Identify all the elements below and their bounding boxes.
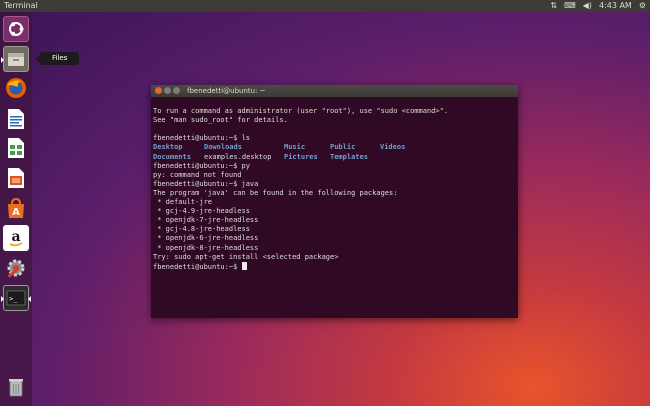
terminal-line: The program 'java' can be found in the f…	[153, 188, 398, 197]
ubuntu-logo-icon	[9, 22, 24, 36]
terminal-line: * openjdk-6-jre-headless	[153, 234, 259, 243]
svg-text:A: A	[12, 207, 20, 218]
running-indicator	[1, 57, 4, 63]
launcher-system-settings[interactable]	[3, 255, 29, 281]
launcher-firefox[interactable]	[3, 75, 29, 101]
terminal-line: * gcj-4.9-jre-headless	[153, 207, 250, 216]
terminal-cursor	[241, 261, 247, 270]
ls-entry: Public	[330, 143, 356, 152]
ls-entry: examples.desktop	[204, 152, 272, 161]
terminal-line: * gcj-4.8-jre-headless	[153, 225, 250, 234]
settings-icon	[7, 259, 25, 278]
ls-entry: Videos	[380, 143, 406, 152]
launcher: A a >_	[0, 12, 32, 406]
launcher-amazon[interactable]: a	[3, 225, 29, 251]
minimize-button[interactable]	[164, 87, 171, 94]
svg-text:>_: >_	[9, 295, 18, 303]
running-indicator	[1, 296, 4, 302]
ls-entry: Downloads	[204, 143, 242, 152]
files-icon	[8, 53, 24, 66]
indicator-area: ⇅ ⌨ ◀) 4:43 AM ⚙	[550, 0, 646, 12]
terminal-prompt: fbenedetti@ubuntu:~$	[153, 262, 242, 271]
launcher-files[interactable]	[1, 46, 29, 72]
launcher-trash[interactable]	[3, 374, 29, 400]
terminal-line: fbenedetti@ubuntu:~$ ls	[153, 134, 250, 143]
ls-entry: Music	[284, 143, 306, 152]
close-button[interactable]	[155, 87, 162, 94]
terminal-titlebar[interactable]: fbenedetti@ubuntu: ~	[151, 85, 518, 97]
ls-entry: Documents	[153, 152, 191, 161]
terminal-line: fbenedetti@ubuntu:~$ java	[153, 179, 259, 188]
amazon-icon: a	[9, 229, 23, 247]
ls-entry: Desktop	[153, 143, 183, 152]
terminal-line: * openjdk-8-jre-headless	[153, 243, 259, 252]
active-app-title: Terminal	[4, 1, 38, 10]
ls-entry: Templates	[330, 152, 368, 161]
launcher-writer[interactable]	[3, 106, 29, 132]
ls-output-row: Desktop Downloads Music Public Videos	[153, 143, 516, 152]
power-gear-icon[interactable]: ⚙	[639, 0, 646, 12]
launcher-calc[interactable]	[3, 135, 29, 161]
terminal-line: See "man sudo_root" for details.	[153, 116, 288, 125]
terminal-line: * openjdk-7-jre-headless	[153, 216, 259, 225]
terminal-icon: >_	[6, 290, 26, 306]
terminal-output[interactable]: To run a command as administrator (user …	[151, 97, 518, 291]
launcher-impress[interactable]	[3, 165, 29, 191]
impress-icon	[8, 168, 24, 188]
ls-output-row: Documents examples.desktop Pictures Templat…	[153, 153, 516, 162]
launcher-software-center[interactable]: A	[3, 195, 29, 221]
trash-icon	[9, 379, 23, 397]
terminal-line: * default-jre	[153, 198, 213, 207]
svg-text:a: a	[11, 229, 20, 245]
terminal-window[interactable]: fbenedetti@ubuntu: ~ To run a command as…	[151, 85, 518, 318]
firefox-icon	[6, 78, 26, 98]
terminal-line: fbenedetti@ubuntu:~$ py	[153, 161, 250, 170]
launcher-terminal[interactable]: >_	[1, 285, 31, 311]
software-center-icon: A	[8, 197, 24, 218]
maximize-button[interactable]	[173, 87, 180, 94]
volume-icon[interactable]: ◀)	[583, 0, 592, 12]
calc-icon	[8, 138, 24, 158]
terminal-line: Try: sudo apt-get install <selected pack…	[153, 252, 339, 261]
network-icon[interactable]: ⇅	[550, 0, 557, 12]
launcher-tooltip: Files	[34, 52, 80, 65]
ubuntu-dash-button[interactable]	[3, 16, 29, 42]
writer-icon	[8, 109, 24, 129]
terminal-line: py: command not found	[153, 170, 242, 179]
top-panel: Terminal ⇅ ⌨ ◀) 4:43 AM ⚙	[0, 0, 650, 12]
terminal-title: fbenedetti@ubuntu: ~	[187, 87, 266, 95]
terminal-prompt-line[interactable]: fbenedetti@ubuntu:~$	[153, 261, 516, 272]
keyboard-icon[interactable]: ⌨	[564, 0, 576, 12]
focused-indicator	[28, 296, 31, 302]
ls-entry: Pictures	[284, 152, 318, 161]
clock[interactable]: 4:43 AM	[599, 0, 632, 12]
terminal-line: To run a command as administrator (user …	[153, 107, 449, 116]
